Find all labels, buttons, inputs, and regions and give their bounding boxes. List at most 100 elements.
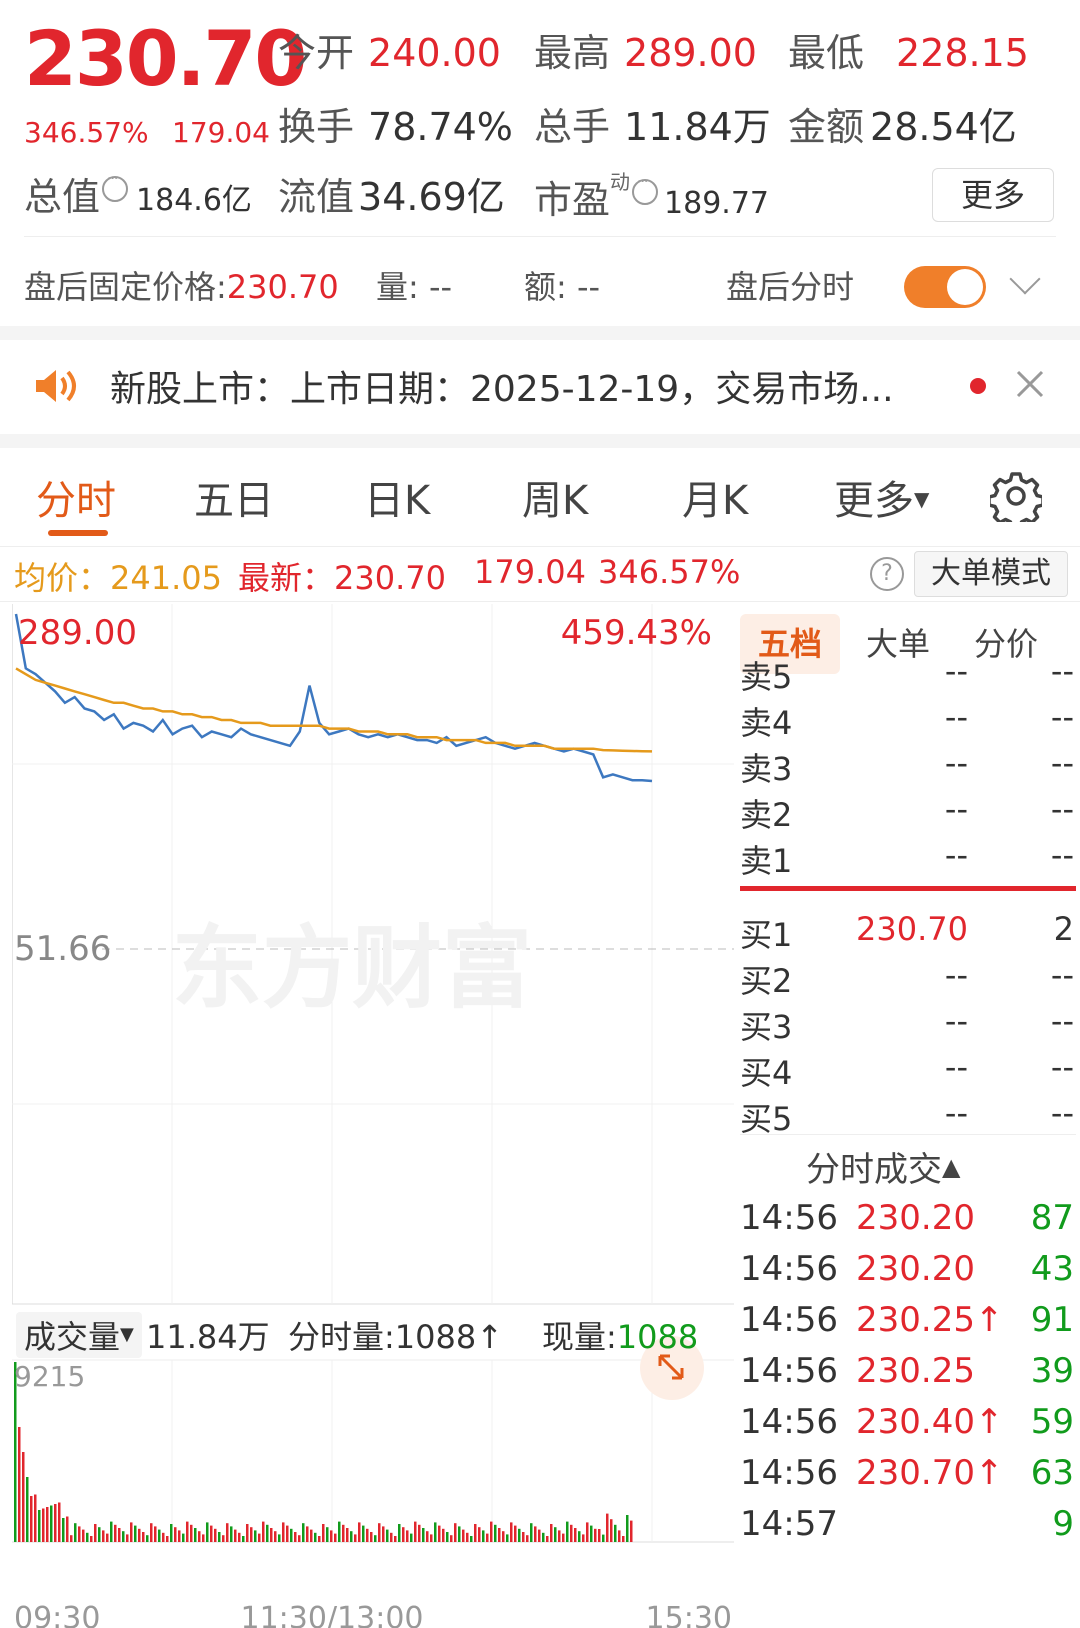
volume-bar [290, 1528, 293, 1542]
volume-bar [238, 1532, 241, 1542]
volume-bar [114, 1524, 117, 1542]
order-book-panel: 五档 大单 分价 卖5 -- -- 卖4 -- -- 卖3 -- -- 卖2 -- -- 卖1 -- -- … [740, 604, 1080, 1628]
volume-bar [134, 1525, 137, 1542]
volume-total: 11.84万 [146, 1318, 270, 1356]
volume-bar [326, 1527, 329, 1542]
bid-level-price: -- [944, 1002, 968, 1040]
bid-level: 买3 -- -- [740, 1002, 1076, 1048]
x-label-midday: 11:30/13:00 [240, 1601, 423, 1628]
intraday-chart[interactable]: 东方财富 289.00 459.43% 51.66 9215 09:30 11:… [11, 604, 734, 1628]
more-stats-button[interactable]: 更多 [932, 168, 1054, 222]
ask-level-volume: -- [1050, 744, 1074, 782]
volume-bar [414, 1521, 417, 1542]
tick-row: 14:56 230.25↑ 91 [740, 1300, 1076, 1352]
volume-bar [506, 1534, 509, 1542]
after-hours-chart-label: 盘后分时 [726, 268, 855, 306]
volume-bar [622, 1536, 625, 1542]
float-cap-stat: 流值 34.69亿 [278, 175, 505, 219]
after-hours-row: 盘后固定价格:230.70 量: -- 额: -- 盘后分时 [24, 262, 1056, 318]
volume-bar [270, 1528, 273, 1542]
volume-bar [338, 1521, 341, 1542]
bid-level-label: 买1 [740, 916, 793, 954]
after-hours-price: 230.70 [226, 268, 339, 306]
volume-bar [534, 1526, 537, 1542]
volume-bar [570, 1524, 573, 1542]
tick-row-label: 14:56 [740, 1402, 838, 1442]
tick-row-price: 230.20 [856, 1198, 975, 1238]
volume-bar [298, 1535, 301, 1542]
volume-bar [494, 1524, 497, 1542]
volume-bar [578, 1531, 581, 1542]
tab-monthly-k[interactable]: 月K [682, 468, 748, 526]
volume-bar [594, 1528, 597, 1542]
bid-level-volume: -- [1050, 1094, 1074, 1132]
tab-five-day[interactable]: 五日 [194, 468, 274, 526]
volume-bar [118, 1528, 121, 1542]
volume-bar [258, 1533, 261, 1542]
volume-bar [410, 1533, 413, 1542]
current-price: 230.70 [24, 14, 307, 103]
volume-bar [62, 1518, 65, 1542]
bid-level-price: -- [944, 1048, 968, 1086]
volume-bar [474, 1524, 477, 1542]
volume-value: 11.84万 [624, 105, 771, 149]
close-icon[interactable] [1010, 364, 1050, 404]
after-hours-toggle[interactable] [904, 266, 986, 308]
volume-bar [178, 1530, 181, 1542]
tab-more[interactable]: 更多▼ [834, 468, 929, 526]
volume-bar [110, 1521, 113, 1542]
market-cap-stat: 总值184.6亿 [24, 166, 252, 221]
chevron-down-icon[interactable] [1009, 263, 1041, 295]
ask-level-price: -- [944, 698, 968, 736]
volume-bar [30, 1496, 33, 1542]
volume-bar [466, 1532, 469, 1542]
volume-bar [158, 1529, 161, 1542]
tick-row: 14:56 230.40↑ 59 [740, 1402, 1076, 1454]
volume-bar [542, 1532, 545, 1542]
volume-bar [266, 1524, 269, 1542]
volume-bar [446, 1532, 449, 1542]
amount-stat: 金额 28.54亿 [788, 105, 1017, 149]
tick-row: 14:56 230.25 39 [740, 1351, 1076, 1403]
volume-bar [618, 1530, 621, 1542]
current-volume: 现量:1088 [542, 1318, 699, 1356]
volume-bar [558, 1530, 561, 1542]
volume-bar [562, 1533, 565, 1542]
pe-value: 189.77 [664, 186, 769, 221]
volume-bar [314, 1532, 317, 1542]
volume-bar [350, 1531, 353, 1542]
tab-weekly-k[interactable]: 周K [522, 468, 588, 526]
volume-bar [498, 1528, 501, 1542]
info-ellipsis-icon[interactable] [102, 171, 129, 202]
volume-bar [106, 1533, 109, 1542]
help-icon[interactable]: ? [870, 557, 904, 591]
volume-bar [422, 1528, 425, 1542]
volume-bar [54, 1504, 57, 1542]
gear-icon[interactable] [990, 470, 1042, 522]
info-ellipsis-icon[interactable] [632, 174, 659, 205]
tick-row-volume: 9 [1052, 1504, 1074, 1544]
volume-bar [122, 1531, 125, 1542]
big-order-mode-button[interactable]: 大单模式 [914, 551, 1068, 597]
volume-bar [282, 1522, 285, 1542]
tab-daily-k[interactable]: 日K [364, 468, 430, 526]
tick-row-volume: 39 [1030, 1351, 1074, 1391]
volume-bar [70, 1535, 73, 1542]
volume-bar [86, 1532, 89, 1542]
tab-intraday[interactable]: 分时 [36, 468, 116, 526]
change-amount: 179.04 [172, 116, 270, 149]
volume-bar [154, 1526, 157, 1542]
volume-bar [198, 1531, 201, 1542]
volume-indicator-dropdown[interactable]: 成交量▼ [16, 1312, 142, 1358]
tick-row-label: 14:56 [740, 1300, 838, 1340]
tick-row-price: 230.25↑ [856, 1300, 1004, 1340]
section-gap [0, 326, 1080, 340]
volume-bar [538, 1529, 541, 1542]
notice-banner[interactable]: 新股上市：上市日期：2025-12-19，交易市场... [0, 346, 1080, 434]
volume-bar [550, 1524, 553, 1542]
volume-bar [386, 1529, 389, 1542]
volume-bar [478, 1527, 481, 1542]
tick-row: 14:56 230.20 87 [740, 1198, 1076, 1250]
change-percent: 346.57% [24, 116, 149, 149]
ticks-header[interactable]: 分时成交▲ [806, 1142, 960, 1191]
